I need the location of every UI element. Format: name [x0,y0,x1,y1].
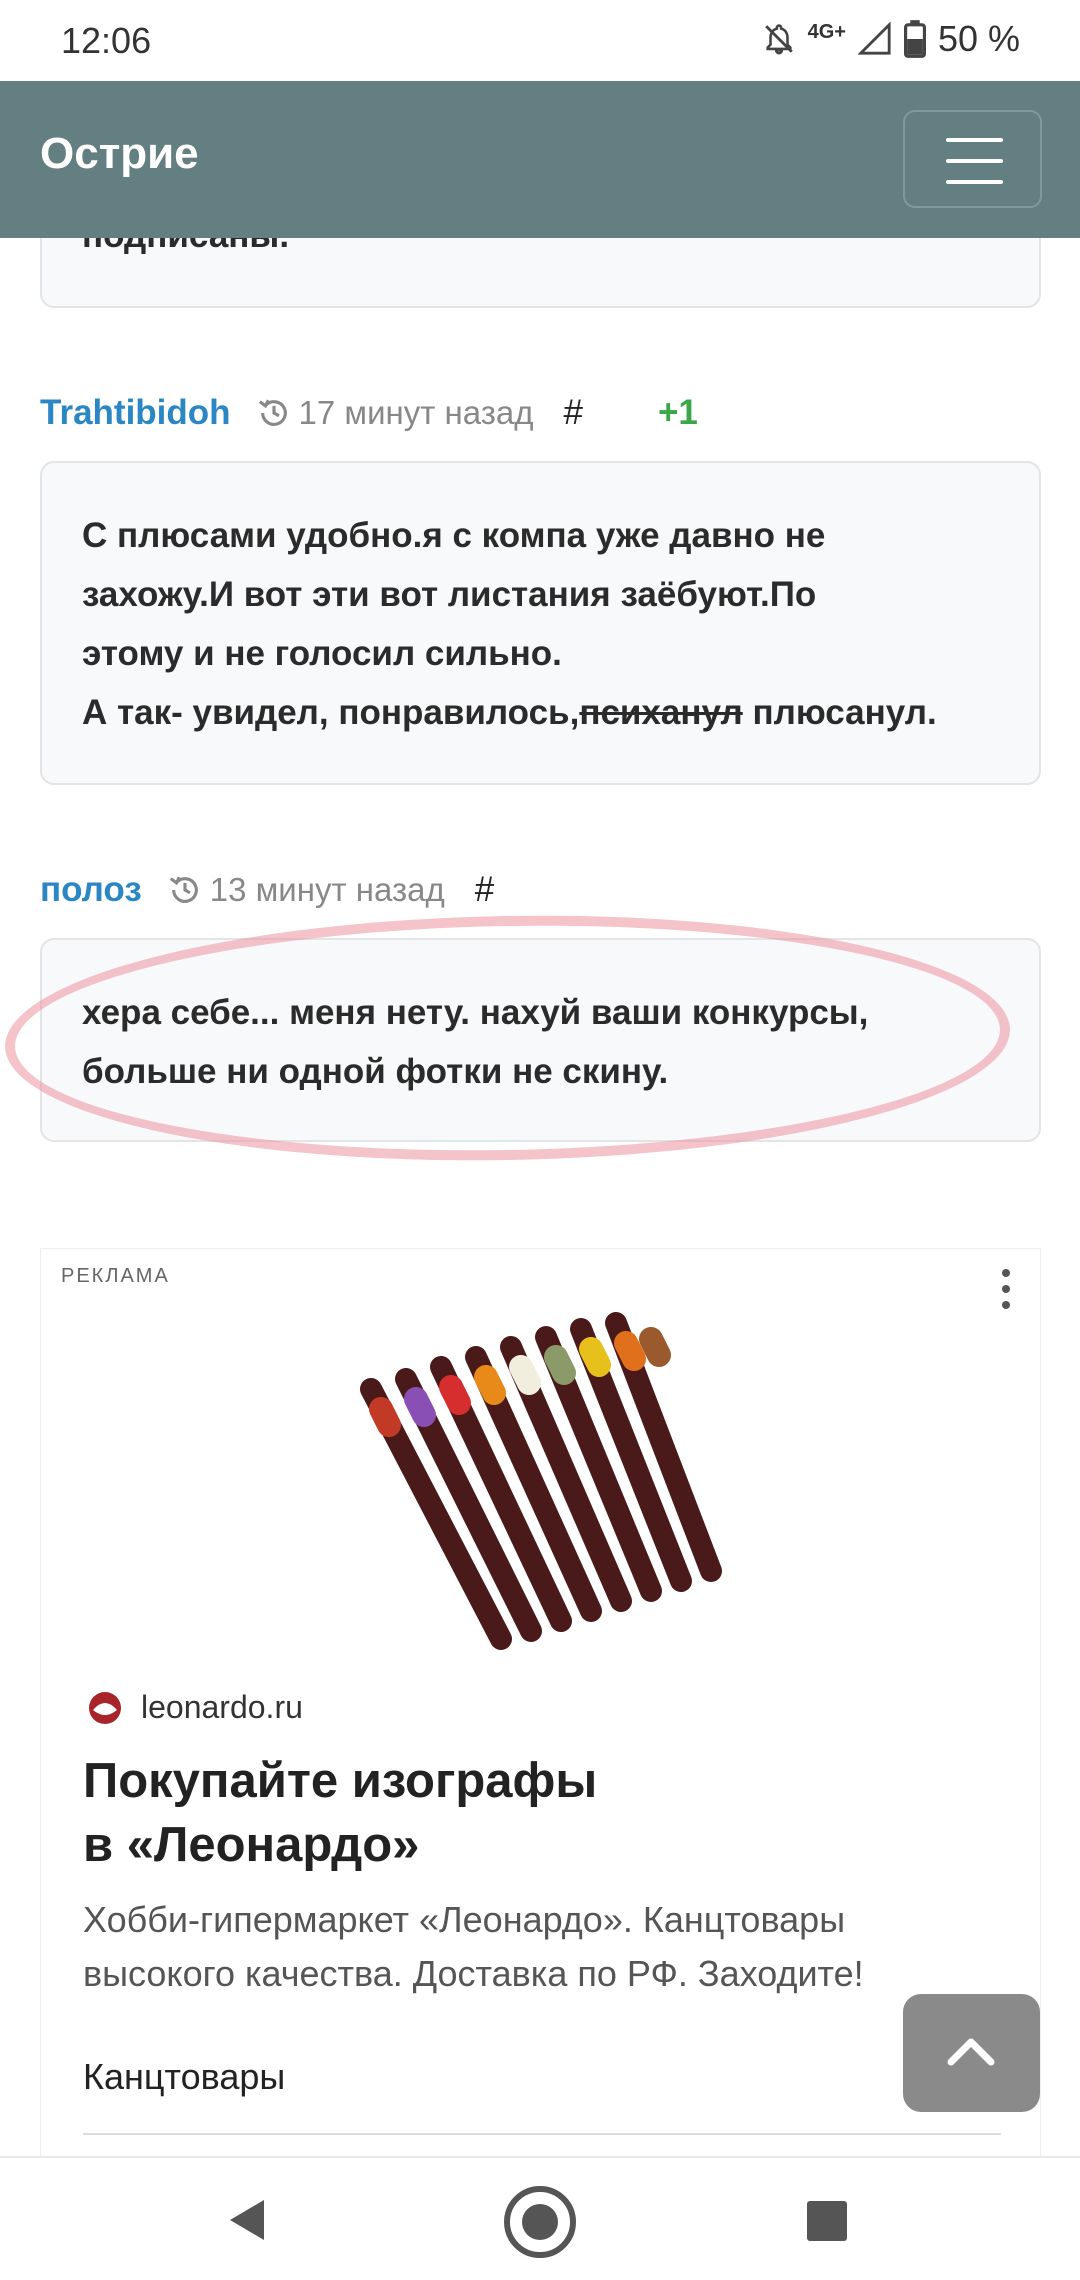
site-title[interactable]: Острие [40,129,199,179]
comment-time-text: 17 минут назад [298,394,534,431]
history-icon [169,876,198,903]
comment-author[interactable]: Trahtibidoh [40,393,231,433]
status-time: 12:06 [61,20,152,61]
ad-description-line: высокого качества. Доставка по РФ. Заход… [83,1953,864,1994]
ad-sitelink[interactable]: Канцтовары [83,2056,285,2098]
ad-title-line: Покупайте изографы [83,1754,598,1808]
comment-rating: +1 [657,393,698,432]
comment-header: полоз 13 минут назад # [40,870,494,910]
hamburger-icon-line [946,180,1003,184]
leonardo-logo-icon [89,1691,121,1724]
comment-anchor-link[interactable]: # [564,393,583,433]
ad-title[interactable]: Покупайте изографы в «Леонардо» [83,1749,983,1877]
ad-description-line: Хобби-гипермаркет «Леонардо». Канцтовары [83,1899,846,1940]
recents-icon[interactable] [807,2201,847,2241]
comment-time[interactable]: 17 минут назад [257,394,534,432]
comment-line: хера себе... меня нету. нахуй ваши конку… [82,993,869,1032]
comment-anchor-link[interactable]: # [475,870,494,910]
ad-description: Хобби-гипермаркет «Леонардо». Канцтовары… [83,1893,1013,2001]
notifications-off-icon [764,24,793,55]
comment-time[interactable]: 13 минут назад [168,871,445,909]
comment-line: захожу.И вот эти вот листания заёбуют.По [82,575,817,614]
battery-icon [903,20,926,58]
chevron-up-icon [947,2038,995,2066]
network-type: 4G+ [807,20,846,43]
ad-domain[interactable]: leonardo.ru [83,1689,303,1726]
status-bar: 12:06 4G+ 50 % [0,0,1080,81]
scroll-to-top-button[interactable] [903,1994,1040,2112]
home-icon[interactable] [502,2184,578,2260]
ad-title-line: в «Леонардо» [83,1818,420,1872]
divider [83,2133,1001,2135]
strikethrough-text: психанул [579,693,743,732]
comment-body: С плюсами удобно.я с компа уже давно не … [40,461,1041,785]
comment-time-text: 13 минут назад [209,871,445,908]
more-options-icon[interactable] [1000,1269,1012,1317]
signal-icon [857,22,891,55]
status-icons: 4G+ 50 % [762,18,1020,60]
comment-text: А так- увидел, понравилось, [82,693,580,732]
comment-line: больше ни одной фотки не скину. [82,1052,669,1091]
hamburger-icon-line [946,159,1003,163]
comment-header: Trahtibidoh 17 минут назад # +1 [40,393,698,433]
comment-line: А так- увидел, понравилось,психанул плюс… [82,683,999,742]
comment-line: С плюсами удобно.я с компа уже давно не [82,516,826,555]
system-navigation-bar [0,2156,1080,2280]
battery-level: 50 % [937,18,1020,59]
ad-label: РЕКЛАМА [61,1265,170,1287]
comment-author[interactable]: полоз [40,870,142,910]
comment-text: плюсанул. [742,693,937,732]
back-icon[interactable] [226,2198,266,2242]
hamburger-icon-line [946,138,1003,142]
history-icon [258,399,287,426]
pens-image[interactable] [331,1309,811,1669]
comment-body: хера себе... меня нету. нахуй ваши конку… [40,938,1041,1142]
ad-domain-text: leonardo.ru [141,1689,303,1725]
menu-button[interactable] [903,110,1042,208]
app-header: Острие [0,81,1080,238]
comment-line: этому и не голосил сильно. [82,634,562,673]
advertisement[interactable]: РЕКЛАМА leonardo.ru Покупайте изографы в… [40,1248,1041,2280]
